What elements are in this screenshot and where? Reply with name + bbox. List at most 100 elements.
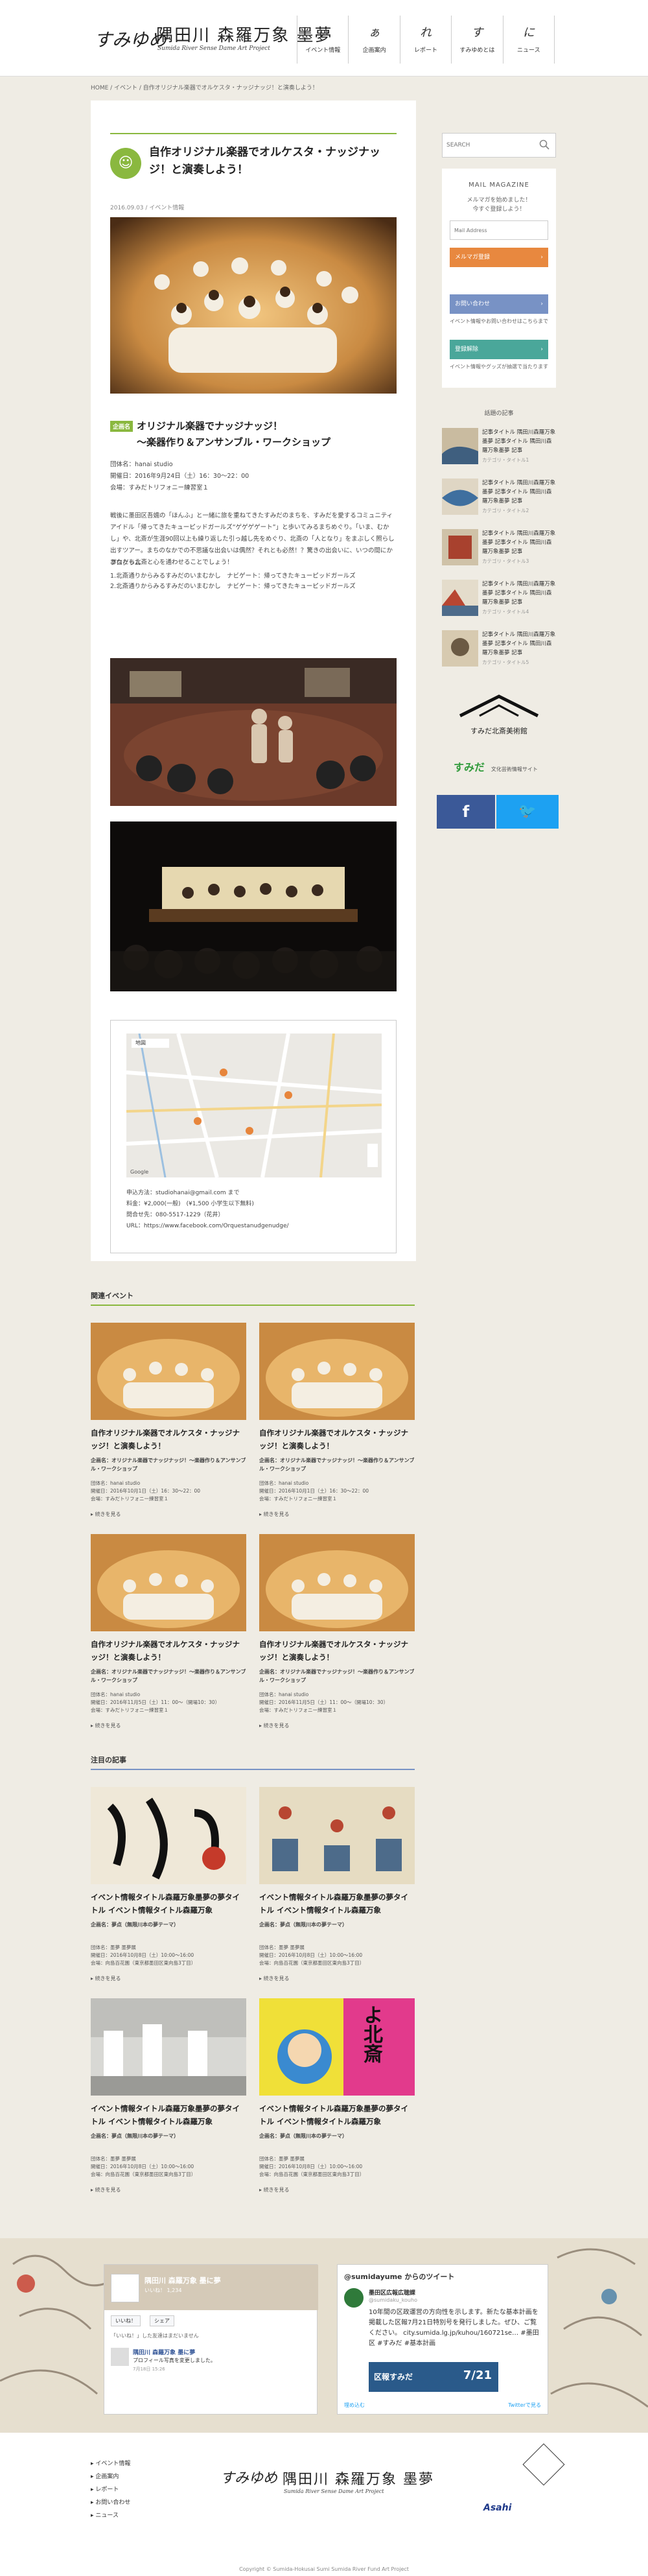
- search-input[interactable]: [446, 139, 531, 152]
- popular-item-category: カテゴリ・タイトル1: [482, 457, 529, 463]
- program-list: プログラム 1.北斎通りからみるすみだのいまむかし ナビゲート：帰ってきたキュー…: [110, 558, 397, 592]
- related-card-info: 団体名：hanai studio 開催日：2016年10月1日（土）16：30〜2…: [91, 1480, 246, 1503]
- read-more-link[interactable]: ▸ 続きを見る: [91, 1722, 121, 1729]
- arrow-right-icon: ›: [540, 346, 543, 353]
- info-line: 開催日：2016年10月8日（土）10:00〜16:00: [259, 2164, 363, 2169]
- footer-nav-item[interactable]: ▸ ニュース: [91, 2509, 220, 2522]
- popular-item[interactable]: 記事タイトル 隅田川森羅万象墨夢 記事タイトル 隅田川森羅万象墨夢 記事 カテゴ…: [442, 428, 556, 469]
- popular-item-title: 記事タイトル 隅田川森羅万象墨夢 記事タイトル 隅田川森羅万象墨夢 記事: [482, 632, 556, 656]
- nav-item-projects[interactable]: ぁ企画案内: [348, 16, 399, 64]
- google-map[interactable]: 地図 Google: [126, 1034, 382, 1177]
- nav-item-events[interactable]: ぃイベント情報: [297, 16, 348, 64]
- site-logo[interactable]: すみゆめ 隅田川 森羅万象 墨夢 Sumida River Sense Dame…: [94, 17, 332, 57]
- mail-address-input[interactable]: [450, 220, 548, 240]
- fb-like-button[interactable]: いいね！: [111, 2315, 141, 2326]
- footer-nav-item[interactable]: ▸ お問い合わせ: [91, 2496, 220, 2509]
- featured-card[interactable]: イベント情報タイトル森羅万象墨夢の夢タイトル イベント情報タイトル森羅万象 企画…: [91, 1998, 246, 2199]
- info-line: 団体名：hanai studio: [91, 1692, 141, 1697]
- unsubscribe-button[interactable]: 登録解除 ›: [450, 340, 548, 359]
- popular-item[interactable]: 記事タイトル 隅田川森羅万象墨夢 記事タイトル 隅田川森羅万象墨夢 記事 カテゴ…: [442, 529, 556, 571]
- tw-embed-link[interactable]: 埋め込む: [344, 2402, 365, 2409]
- breadcrumb[interactable]: HOME / イベント / 自作オリジナル楽器でオルケスタ・ナッジナッジ！と演奏…: [91, 83, 557, 91]
- tw-card[interactable]: 区報すみだ 7/21: [369, 2362, 498, 2392]
- nav-news-icon: に: [522, 26, 535, 40]
- asahi-logo[interactable]: Asahi: [483, 2503, 511, 2513]
- mail-register-button[interactable]: メルマガ登録 ›: [450, 248, 548, 267]
- related-card[interactable]: 自作オリジナル楽器でオルケスタ・ナッジナッジ！と演奏しよう！ 企画名：オリジナル…: [259, 1534, 415, 1735]
- fb-page-name[interactable]: 隅田川 森羅万象 墨に夢: [145, 2275, 221, 2286]
- read-more-link[interactable]: ▸ 続きを見る: [91, 1975, 121, 1982]
- nav-item-about[interactable]: すすみゆめとは: [451, 16, 502, 64]
- info-line: 開催日：2016年10月8日（土）10:00〜16:00: [91, 1952, 194, 1958]
- arrow-right-icon: ›: [540, 254, 543, 261]
- footer-nav-label: お問い合わせ: [95, 2499, 131, 2506]
- footer-nav-label: イベント情報: [95, 2461, 131, 2467]
- event-info: 団体名：hanai studio 開催日：2016年9月24日（土）16：30〜…: [110, 459, 397, 494]
- info-line: 団体名：hanai studio: [91, 1480, 141, 1486]
- tw-handle: @sumidaku_kouho: [369, 2297, 417, 2303]
- fb-likes: いいね！ 1,234: [145, 2287, 182, 2293]
- event-badge: 企画名: [110, 421, 133, 432]
- fb-share-button[interactable]: シェア: [150, 2315, 174, 2326]
- sns-background: [0, 2238, 648, 2433]
- featured-card[interactable]: イベント情報タイトル森羅万象墨夢の夢タイトル イベント情報タイトル森羅万象 企画…: [91, 1787, 246, 1988]
- sumida-culture-logo[interactable]: すみだ 文化芸術情報サイト: [454, 759, 551, 778]
- read-more-link[interactable]: ▸ 続きを見る: [259, 1511, 290, 1518]
- mail-magazine-box: MAIL MAGAZINE メルマガを始めました！ 今すぐ登録しよう！ メルマガ…: [442, 169, 556, 388]
- popular-item[interactable]: 記事タイトル 隅田川森羅万象墨夢 記事タイトル 隅田川森羅万象墨夢 記事 カテゴ…: [442, 580, 556, 621]
- featured-card-sub: 企画名：夢点（無限川本の夢テーマ）: [91, 2133, 179, 2139]
- related-card[interactable]: 自作オリジナル楽器でオルケスタ・ナッジナッジ！と演奏しよう！ 企画名：オリジナル…: [259, 1323, 415, 1524]
- twitter-icon: 🐦: [518, 803, 537, 820]
- related-card-sub: 企画名：オリジナル楽器でナッジナッジ！〜楽器作り＆アンサンブル・ワークショップ: [91, 1669, 246, 1683]
- article-title-row: ☺ 自作オリジナル楽器でオルケスタ・ナッジナッジ！と演奏しよう！: [110, 144, 397, 183]
- featured-card-image: [91, 1998, 246, 2096]
- map-type-label[interactable]: 地図: [135, 1039, 146, 1046]
- related-card-image: [91, 1323, 246, 1420]
- footer-logo[interactable]: すみゆめ 隅田川 森羅万象 墨夢 Sumida River Sense Dame…: [220, 2464, 434, 2503]
- read-more-link[interactable]: ▸ 続きを見る: [91, 1511, 121, 1518]
- contact-url[interactable]: URL：https://www.facebook.com/Orquestanud…: [126, 1221, 382, 1232]
- read-more-link[interactable]: ▸ 続きを見る: [259, 2186, 290, 2193]
- contact-button[interactable]: お問い合わせ ›: [450, 294, 548, 314]
- nav-about-icon: す: [471, 26, 483, 40]
- popular-item-title: 記事タイトル 隅田川森羅万象墨夢 記事タイトル 隅田川森羅万象墨夢 記事: [482, 429, 556, 454]
- read-more-label: 続きを見る: [95, 2187, 121, 2193]
- info-line: 開催日：2016年10月8日（土）10:00〜16:00: [91, 2164, 194, 2169]
- read-more-link[interactable]: ▸ 続きを見る: [91, 2186, 121, 2193]
- footer-nav-item[interactable]: ▸ レポート: [91, 2483, 220, 2496]
- event-heading: オリジナル楽器でナッジナッジ！ 〜楽器作り＆アンサンブル・ワークショップ: [137, 420, 330, 448]
- related-card-title: 自作オリジナル楽器でオルケスタ・ナッジナッジ！と演奏しよう！: [259, 1640, 408, 1662]
- nav-item-news[interactable]: にニュース: [502, 16, 555, 64]
- read-more-link[interactable]: ▸ 続きを見る: [259, 1975, 290, 1982]
- tw-user[interactable]: 墨田区広報広聴課: [369, 2288, 415, 2297]
- featured-card[interactable]: イベント情報タイトル森羅万象墨夢の夢タイトル イベント情報タイトル森羅万象 企画…: [259, 1787, 415, 1988]
- related-card-sub: 企画名：オリジナル楽器でナッジナッジ！〜楽器作り＆アンサンブル・ワークショップ: [91, 1458, 246, 1472]
- fb-post-name[interactable]: 隅田川 森羅万象 墨に夢: [133, 2348, 195, 2356]
- hokusai-museum-logo[interactable]: すみだ北斎美術館: [454, 694, 544, 739]
- popular-item-category: カテゴリ・タイトル2: [482, 508, 529, 514]
- map-panel: 地図 Google 申込方法：studiohanai@gmail.com まで …: [110, 1020, 397, 1253]
- contact-line: 問合せ先：080-5517-1229（花井）: [126, 1212, 224, 1218]
- featured-card-title: イベント情報タイトル森羅万象墨夢の夢タイトル イベント情報タイトル森羅万象: [91, 2104, 240, 2126]
- info-line: 団体名：墨夢 墨夢展: [259, 2156, 305, 2162]
- tw-view-link[interactable]: Twitterで見る: [508, 2402, 541, 2409]
- popular-item[interactable]: 記事タイトル 隅田川森羅万象墨夢 記事タイトル 隅田川森羅万象墨夢 記事 カテゴ…: [442, 479, 556, 520]
- program-item: 1.北斎通りからみるすみだのいまむかし ナビゲート：帰ってきたキューピッドガール…: [110, 573, 356, 580]
- featured-card-title: イベント情報タイトル森羅万象墨夢の夢タイトル イベント情報タイトル森羅万象: [259, 1893, 408, 1915]
- related-card-sub: 企画名：オリジナル楽器でナッジナッジ！〜楽器作り＆アンサンブル・ワークショップ: [259, 1669, 415, 1683]
- featured-card-sub: 企画名：夢点（無限川本の夢テーマ）: [91, 1922, 179, 1928]
- search-icon[interactable]: [538, 139, 550, 150]
- popular-item[interactable]: 記事タイトル 隅田川森羅万象墨夢 記事タイトル 隅田川森羅万象墨夢 記事 カテゴ…: [442, 630, 556, 672]
- twitter-share-button[interactable]: 🐦: [496, 795, 559, 829]
- facebook-share-button[interactable]: f: [437, 795, 495, 829]
- nav-item-report[interactable]: れレポート: [399, 16, 451, 64]
- featured-card[interactable]: よ北斎 イベント情報タイトル森羅万象墨夢の夢タイトル イベント情報タイトル森羅万…: [259, 1998, 415, 2199]
- featured-card-title: イベント情報タイトル森羅万象墨夢の夢タイトル イベント情報タイトル森羅万象: [91, 1893, 240, 1915]
- footer-nav-item[interactable]: ▸ 企画案内: [91, 2470, 220, 2483]
- footer-nav-item[interactable]: ▸ イベント情報: [91, 2457, 220, 2470]
- related-card[interactable]: 自作オリジナル楽器でオルケスタ・ナッジナッジ！と演奏しよう！ 企画名：オリジナル…: [91, 1323, 246, 1524]
- footer-nav-label: レポート: [95, 2487, 119, 2493]
- related-card[interactable]: 自作オリジナル楽器でオルケスタ・ナッジナッジ！と演奏しよう！ 企画名：オリジナル…: [91, 1534, 246, 1735]
- nav-report-icon: れ: [420, 26, 432, 40]
- read-more-link[interactable]: ▸ 続きを見る: [259, 1722, 290, 1729]
